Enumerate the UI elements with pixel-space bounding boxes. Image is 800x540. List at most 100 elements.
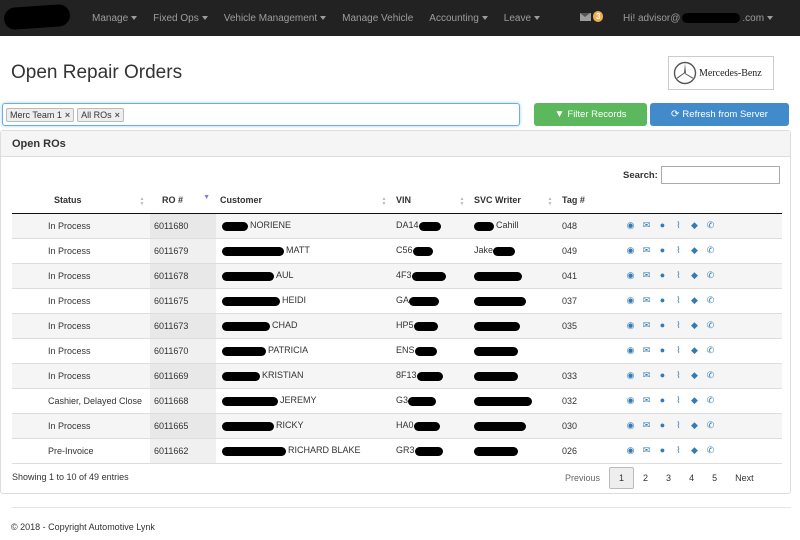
table-row[interactable]: In Process 6011680 NORIENE DA14 Cahill 048 ◉ ✉ ●… bbox=[12, 213, 782, 239]
envelope-icon[interactable]: ✉ bbox=[642, 345, 651, 356]
nav-item-manage-vehicle[interactable]: Manage Vehicle bbox=[334, 0, 421, 36]
view-icon[interactable]: ◉ bbox=[626, 270, 635, 281]
comment-icon[interactable]: ◆ bbox=[690, 395, 699, 406]
page-next-button[interactable]: Next bbox=[726, 468, 763, 488]
view-icon[interactable]: ◉ bbox=[626, 345, 635, 356]
envelope-icon[interactable]: ✉ bbox=[642, 220, 651, 231]
nav-item-manage[interactable]: Manage bbox=[84, 0, 145, 36]
column-header-vin[interactable]: VIN ▲▼ bbox=[392, 187, 470, 214]
filter-tags-input[interactable]: Merc Team 1 × All ROs × bbox=[2, 103, 520, 126]
nav-item-leave[interactable]: Leave bbox=[496, 0, 548, 36]
table-row[interactable]: Cashier, Delayed Close 6011668 JEREMY G3 032… bbox=[12, 388, 782, 414]
table-row[interactable]: In Process 6011669 KRISTIAN 8F13 033 ◉ ✉ ● ⌇ ◆ ✆ bbox=[12, 363, 782, 389]
ro-number: 6011662 bbox=[154, 445, 189, 456]
comment-icon[interactable]: ◆ bbox=[690, 370, 699, 381]
paperclip-icon[interactable]: ⌇ bbox=[674, 220, 683, 231]
page-5-button[interactable]: 5 bbox=[703, 468, 726, 488]
phone-icon[interactable]: ✆ bbox=[706, 295, 715, 306]
view-icon[interactable]: ◉ bbox=[626, 245, 635, 256]
page-previous-button[interactable]: Previous bbox=[556, 468, 609, 488]
paperclip-icon[interactable]: ⌇ bbox=[674, 445, 683, 456]
comment-icon[interactable]: ◆ bbox=[690, 270, 699, 281]
close-icon[interactable]: × bbox=[115, 110, 120, 120]
envelope-icon[interactable]: ✉ bbox=[642, 320, 651, 331]
table-row[interactable]: In Process 6011679 MATT C56 Jake 049 ◉ ✉ ● ⌇ ◆ ✆ bbox=[12, 238, 782, 264]
phone-icon[interactable]: ✆ bbox=[706, 420, 715, 431]
column-header-status[interactable]: Status ▲▼ bbox=[12, 187, 150, 214]
user-icon[interactable]: ● bbox=[658, 220, 667, 231]
view-icon[interactable]: ◉ bbox=[626, 220, 635, 231]
user-icon[interactable]: ● bbox=[658, 420, 667, 431]
column-header-svc-writer[interactable]: SVC Writer ▲▼ bbox=[470, 187, 558, 214]
table-row[interactable]: In Process 6011678 AUL 4F3 041 ◉ ✉ ● ⌇ ◆ ✆ bbox=[12, 263, 782, 289]
envelope-icon[interactable]: ✉ bbox=[642, 445, 651, 456]
envelope-icon[interactable]: ✉ bbox=[642, 395, 651, 406]
table-row[interactable]: In Process 6011665 RICKY HA0 030 ◉ ✉ ● ⌇ ◆ ✆ bbox=[12, 413, 782, 439]
user-menu[interactable]: Hi! advisor@ .com bbox=[623, 0, 774, 36]
user-icon[interactable]: ● bbox=[658, 370, 667, 381]
paperclip-icon[interactable]: ⌇ bbox=[674, 320, 683, 331]
phone-icon[interactable]: ✆ bbox=[706, 370, 715, 381]
comment-icon[interactable]: ◆ bbox=[690, 345, 699, 356]
table-row[interactable]: In Process 6011675 HEIDI GA 037 ◉ ✉ ● ⌇ ◆ ✆ bbox=[12, 288, 782, 314]
phone-icon[interactable]: ✆ bbox=[706, 320, 715, 331]
user-icon[interactable]: ● bbox=[658, 395, 667, 406]
page-4-button[interactable]: 4 bbox=[680, 468, 703, 488]
envelope-icon[interactable]: ✉ bbox=[642, 270, 651, 281]
table-row[interactable]: In Process 6011670 PATRICIA ENS ◉ ✉ ● ⌇ ◆ ✆ bbox=[12, 338, 782, 364]
phone-icon[interactable]: ✆ bbox=[706, 270, 715, 281]
paperclip-icon[interactable]: ⌇ bbox=[674, 270, 683, 281]
envelope-icon[interactable]: ✉ bbox=[642, 420, 651, 431]
column-header-ro[interactable]: RO # ▼ bbox=[150, 187, 216, 214]
page-3-button[interactable]: 3 bbox=[657, 468, 680, 488]
phone-icon[interactable]: ✆ bbox=[706, 220, 715, 231]
column-header-customer[interactable]: Customer ▲▼ bbox=[216, 187, 392, 214]
table-row[interactable]: In Process 6011673 CHAD HP5 035 ◉ ✉ ● ⌇ ◆ ✆ bbox=[12, 313, 782, 339]
column-header-tag[interactable]: Tag # bbox=[558, 187, 618, 214]
view-icon[interactable]: ◉ bbox=[626, 320, 635, 331]
user-icon[interactable]: ● bbox=[658, 345, 667, 356]
page-1-button[interactable]: 1 bbox=[609, 467, 635, 489]
comment-icon[interactable]: ◆ bbox=[690, 320, 699, 331]
paperclip-icon[interactable]: ⌇ bbox=[674, 395, 683, 406]
search-input[interactable] bbox=[661, 166, 780, 184]
user-icon[interactable]: ● bbox=[658, 445, 667, 456]
paperclip-icon[interactable]: ⌇ bbox=[674, 345, 683, 356]
envelope-icon[interactable]: ✉ bbox=[642, 295, 651, 306]
envelope-icon[interactable]: ✉ bbox=[642, 245, 651, 256]
comment-icon[interactable]: ◆ bbox=[690, 445, 699, 456]
page-2-button[interactable]: 2 bbox=[634, 468, 657, 488]
phone-icon[interactable]: ✆ bbox=[706, 395, 715, 406]
comment-icon[interactable]: ◆ bbox=[690, 220, 699, 231]
view-icon[interactable]: ◉ bbox=[626, 395, 635, 406]
nav-item-vehicle-management[interactable]: Vehicle Management bbox=[216, 0, 334, 36]
user-icon[interactable]: ● bbox=[658, 295, 667, 306]
paperclip-icon[interactable]: ⌇ bbox=[674, 295, 683, 306]
view-icon[interactable]: ◉ bbox=[626, 420, 635, 431]
close-icon[interactable]: × bbox=[65, 110, 70, 120]
nav-item-fixed-ops[interactable]: Fixed Ops bbox=[145, 0, 216, 36]
table-row[interactable]: Pre-Invoice 6011662 RICHARD BLAKE GR3 026 ◉ ✉ ●… bbox=[12, 438, 782, 464]
phone-icon[interactable]: ✆ bbox=[706, 245, 715, 256]
comment-icon[interactable]: ◆ bbox=[690, 245, 699, 256]
paperclip-icon[interactable]: ⌇ bbox=[674, 245, 683, 256]
view-icon[interactable]: ◉ bbox=[626, 445, 635, 456]
open-ros-panel: Open ROs Search: Status ▲▼ RO # ▼ Customer ▲▼… bbox=[0, 130, 791, 494]
view-icon[interactable]: ◉ bbox=[626, 370, 635, 381]
user-icon[interactable]: ● bbox=[658, 245, 667, 256]
envelope-icon[interactable]: ✉ bbox=[642, 370, 651, 381]
filter-records-button[interactable]: ▼ Filter Records bbox=[534, 103, 647, 126]
refresh-server-button[interactable]: ⟳ Refresh from Server bbox=[650, 103, 789, 126]
paperclip-icon[interactable]: ⌇ bbox=[674, 420, 683, 431]
messages-button[interactable]: 3 bbox=[580, 11, 604, 22]
comment-icon[interactable]: ◆ bbox=[690, 420, 699, 431]
phone-icon[interactable]: ✆ bbox=[706, 345, 715, 356]
phone-icon[interactable]: ✆ bbox=[706, 445, 715, 456]
user-icon[interactable]: ● bbox=[658, 320, 667, 331]
nav-item-accounting[interactable]: Accounting bbox=[421, 0, 495, 36]
redacted-logo[interactable] bbox=[3, 3, 71, 31]
user-icon[interactable]: ● bbox=[658, 270, 667, 281]
paperclip-icon[interactable]: ⌇ bbox=[674, 370, 683, 381]
comment-icon[interactable]: ◆ bbox=[690, 295, 699, 306]
view-icon[interactable]: ◉ bbox=[626, 295, 635, 306]
